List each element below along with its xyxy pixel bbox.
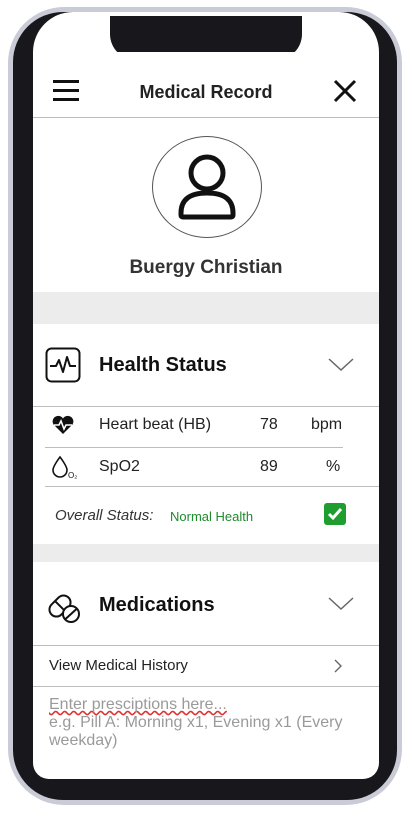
row-divider [45, 447, 343, 448]
user-icon [178, 154, 236, 220]
pills-icon [46, 588, 82, 624]
overall-status-label: Overall Status: [55, 507, 154, 524]
close-icon[interactable] [332, 78, 358, 104]
health-status-title: Health Status [99, 354, 227, 376]
section-spacer [33, 544, 379, 562]
chevron-down-icon[interactable] [328, 358, 354, 372]
section-spacer [33, 292, 379, 324]
heart-beat-label: Heart beat (HB) [99, 416, 212, 433]
prescription-notes-input[interactable]: Enter presciptions here... e.g. Pill A: … [49, 696, 369, 776]
oxygen-drop-icon: O₂ [51, 455, 77, 480]
avatar [152, 136, 262, 238]
heart-monitor-icon [45, 347, 81, 383]
patient-name: Buergy Christian [129, 257, 283, 278]
heart-beat-unit: bpm [311, 416, 343, 433]
heart-beat-value: 78 [260, 416, 278, 433]
spo2-label: SpO2 [99, 458, 140, 475]
status-checkbox[interactable] [324, 503, 346, 525]
notes-placeholder-line2: e.g. Pill A: Morning x1, Evening x1 (Eve… [49, 714, 343, 731]
spo2-unit: % [326, 458, 341, 475]
row-divider [33, 686, 379, 687]
heartbeat-icon [51, 415, 75, 435]
section-divider [33, 406, 379, 407]
spo2-value: 89 [260, 458, 278, 475]
check-icon [327, 508, 343, 521]
medications-title: Medications [99, 594, 215, 616]
app-screen: Medical Record Buergy Christian Health S… [33, 52, 379, 779]
svg-text:O₂: O₂ [68, 471, 77, 479]
page-title: Medical Record [139, 82, 273, 102]
notes-placeholder-line1: Enter presciptions here... [49, 696, 227, 713]
view-medical-history-link[interactable]: View Medical History [49, 657, 188, 674]
overall-status-value: Normal Health [170, 509, 254, 524]
chevron-down-icon[interactable] [328, 597, 354, 611]
section-divider [33, 645, 379, 646]
row-divider [45, 486, 379, 487]
chevron-right-icon[interactable] [333, 658, 343, 674]
notes-placeholder-line3: weekday) [49, 732, 118, 749]
header-divider [33, 117, 379, 118]
